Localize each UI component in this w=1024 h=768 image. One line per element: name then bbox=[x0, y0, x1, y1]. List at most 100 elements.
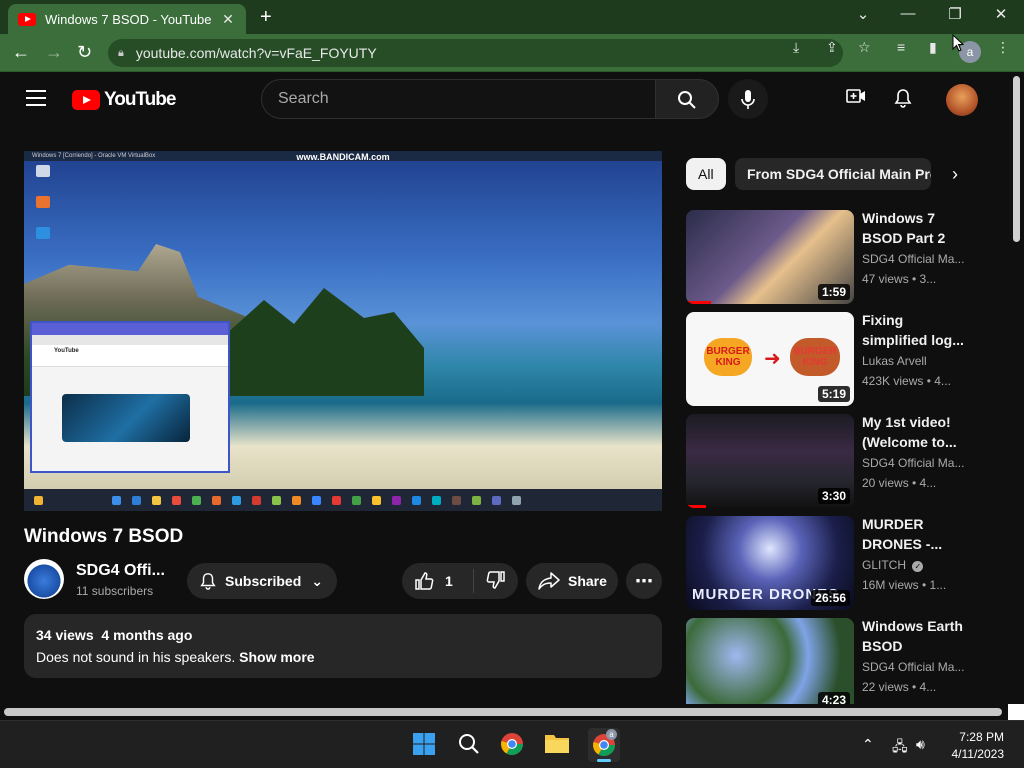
restore-icon[interactable]: ❐ bbox=[940, 5, 970, 23]
description-box[interactable]: 34 views 4 months ago Does not sound in … bbox=[24, 614, 662, 678]
vm-app-icon bbox=[492, 496, 501, 505]
browser-menu-icon[interactable]: ⋮ bbox=[996, 39, 1010, 56]
title-line: simplified log... bbox=[862, 332, 964, 348]
vm-app-icon bbox=[332, 496, 341, 505]
arrow-right-icon: ➜ bbox=[764, 348, 781, 370]
related-video-card[interactable]: MURDER DRONES 26:56 MURDER DRONES -... GL… bbox=[686, 516, 1006, 612]
video-card-title: MURDER DRONES -... bbox=[862, 514, 972, 554]
palm-trees-scene bbox=[224, 288, 424, 396]
vertical-scroll-thumb[interactable] bbox=[1013, 76, 1020, 242]
clock-time: 7:28 PM bbox=[959, 730, 1004, 744]
share-page-icon[interactable]: ⇪ bbox=[826, 39, 838, 56]
vm-app-icon bbox=[472, 496, 481, 505]
notifications-bell-icon[interactable] bbox=[894, 88, 912, 113]
youtube-logo[interactable]: YouTube bbox=[72, 89, 176, 111]
embedded-video-thumbnail bbox=[62, 394, 190, 442]
scrollbar-corner bbox=[1008, 704, 1024, 720]
video-thumbnail[interactable]: 1:59 bbox=[686, 210, 854, 304]
embedded-youtube-header: YouTube bbox=[32, 345, 228, 357]
related-video-card[interactable]: 3:30 My 1st video! (Welcome to... SDG4 Of… bbox=[686, 414, 1006, 510]
subscribed-button[interactable]: Subscribed ⌄ bbox=[187, 563, 337, 599]
install-app-icon[interactable]: ⤓ bbox=[793, 39, 799, 56]
lock-icon[interactable]: 🔒︎ bbox=[118, 47, 124, 60]
show-more-link[interactable]: Show more bbox=[239, 649, 314, 665]
dislike-button[interactable] bbox=[474, 570, 506, 593]
vm-app-icon bbox=[292, 496, 301, 505]
taskbar-chrome-icon[interactable] bbox=[500, 732, 526, 758]
windows-taskbar: a ⌃ 🖧︎ 🔊︎ 7:28 PM 4/11/2023 bbox=[0, 720, 1024, 768]
taskbar-search-icon[interactable] bbox=[457, 732, 483, 758]
vm-weather-icon bbox=[34, 496, 43, 505]
vertical-scrollbar[interactable] bbox=[1010, 72, 1024, 704]
tab-search-chevron-icon[interactable]: ⌄ bbox=[848, 5, 878, 23]
video-card-channel[interactable]: SDG4 Official Ma... bbox=[862, 660, 964, 674]
video-card-channel[interactable]: SDG4 Official Ma... bbox=[862, 252, 964, 266]
user-avatar[interactable] bbox=[946, 84, 978, 116]
active-indicator bbox=[597, 759, 611, 762]
voice-search-button[interactable] bbox=[728, 79, 768, 119]
video-thumbnail[interactable]: BURGER KING ➜ BURGER KING 5:19 bbox=[686, 312, 854, 406]
chip-from-channel[interactable]: From SDG4 Official Main Pro bbox=[735, 158, 931, 190]
title-line: My 1st video! bbox=[862, 414, 951, 430]
create-video-icon[interactable] bbox=[846, 88, 866, 109]
volume-icon[interactable]: 🔊︎ bbox=[916, 736, 925, 753]
video-thumbnail[interactable]: MURDER DRONES 26:56 bbox=[686, 516, 854, 610]
media-controls-icon[interactable]: ≡ bbox=[897, 39, 905, 55]
forward-icon[interactable]: → bbox=[45, 42, 63, 63]
horizontal-scrollbar[interactable] bbox=[0, 704, 1024, 720]
video-card-channel[interactable]: SDG4 Official Ma... bbox=[862, 456, 964, 470]
chip-all[interactable]: All bbox=[686, 158, 726, 190]
channel-avatar[interactable] bbox=[24, 559, 64, 599]
channel-label: GLITCH bbox=[862, 558, 907, 572]
windows-start-icon[interactable] bbox=[412, 732, 438, 758]
search-button[interactable] bbox=[655, 79, 719, 119]
taskbar-file-explorer-icon[interactable] bbox=[544, 732, 570, 758]
share-label: Share bbox=[568, 573, 607, 589]
vm-app-icon bbox=[352, 496, 361, 505]
share-button[interactable]: Share bbox=[526, 563, 618, 599]
video-duration: 26:56 bbox=[811, 590, 850, 606]
video-thumbnail[interactable]: 4:23 bbox=[686, 618, 854, 704]
tray-overflow-chevron-up-icon[interactable]: ⌃ bbox=[862, 736, 874, 753]
vm-app-icon bbox=[412, 496, 421, 505]
related-video-card[interactable]: 4:23 Windows Earth BSOD SDG4 Official Ma.… bbox=[686, 618, 1006, 704]
vm-app-icon bbox=[452, 496, 461, 505]
title-line: BSOD Part 2 bbox=[862, 230, 946, 246]
video-card-channel[interactable]: Lukas Arvell bbox=[862, 354, 927, 368]
minimize-icon[interactable]: — bbox=[893, 5, 923, 22]
watch-progress-bar bbox=[686, 301, 712, 304]
tab-close-icon[interactable]: ✕ bbox=[220, 11, 236, 28]
share-icon bbox=[538, 572, 560, 590]
hamburger-menu-icon[interactable] bbox=[26, 90, 46, 111]
back-icon[interactable]: ← bbox=[12, 42, 30, 63]
related-video-card[interactable]: 1:59 Windows 7 BSOD Part 2 SDG4 Official … bbox=[686, 210, 1006, 306]
browser-tab-strip: Windows 7 BSOD - YouTube ✕ + ⌄ — ❐ ✕ bbox=[0, 0, 1024, 34]
search-input[interactable]: Search bbox=[261, 79, 656, 119]
new-tab-icon[interactable]: + bbox=[260, 6, 272, 29]
channel-name[interactable]: SDG4 Offi... bbox=[76, 562, 165, 580]
taskbar-clock[interactable]: 7:28 PM 4/11/2023 bbox=[948, 729, 1005, 763]
network-icon[interactable]: 🖧︎ bbox=[892, 736, 908, 760]
video-card-channel[interactable]: GLITCH ✓ bbox=[862, 558, 924, 572]
address-bar[interactable]: 🔒︎ youtube.com/watch?v=vFaE_FOYUTY bbox=[108, 39, 843, 67]
video-card-title: Windows 7 BSOD Part 2 bbox=[862, 208, 972, 248]
video-player[interactable]: Windows 7 [Corriendo] - Oracle VM Virtua… bbox=[24, 151, 662, 511]
video-thumbnail[interactable]: 3:30 bbox=[686, 414, 854, 508]
youtube-favicon-icon bbox=[18, 12, 36, 26]
bookmark-star-icon[interactable]: ☆ bbox=[858, 39, 871, 56]
side-panel-icon[interactable]: ▮ bbox=[929, 39, 937, 56]
video-card-meta: 423K views • 4... bbox=[862, 374, 951, 388]
burger-king-logo-new: BURGER KING bbox=[790, 338, 840, 376]
browser-tab-active[interactable]: Windows 7 BSOD - YouTube ✕ bbox=[8, 4, 246, 34]
close-window-icon[interactable]: ✕ bbox=[986, 5, 1016, 23]
horizontal-scroll-thumb[interactable] bbox=[4, 708, 1002, 716]
related-video-card[interactable]: BURGER KING ➜ BURGER KING 5:19 Fixing sim… bbox=[686, 312, 1006, 408]
subscriber-count: 11 subscribers bbox=[76, 584, 154, 598]
taskbar-chrome-active[interactable]: a bbox=[588, 728, 620, 762]
reload-icon[interactable]: ↻ bbox=[77, 42, 92, 63]
more-actions-button[interactable]: ⋯ bbox=[626, 563, 662, 599]
video-duration: 1:59 bbox=[817, 284, 850, 300]
tab-title: Windows 7 BSOD - YouTube bbox=[45, 11, 212, 27]
like-button[interactable]: 1 bbox=[402, 569, 474, 593]
chips-next-chevron-right-icon[interactable]: › bbox=[952, 164, 958, 185]
